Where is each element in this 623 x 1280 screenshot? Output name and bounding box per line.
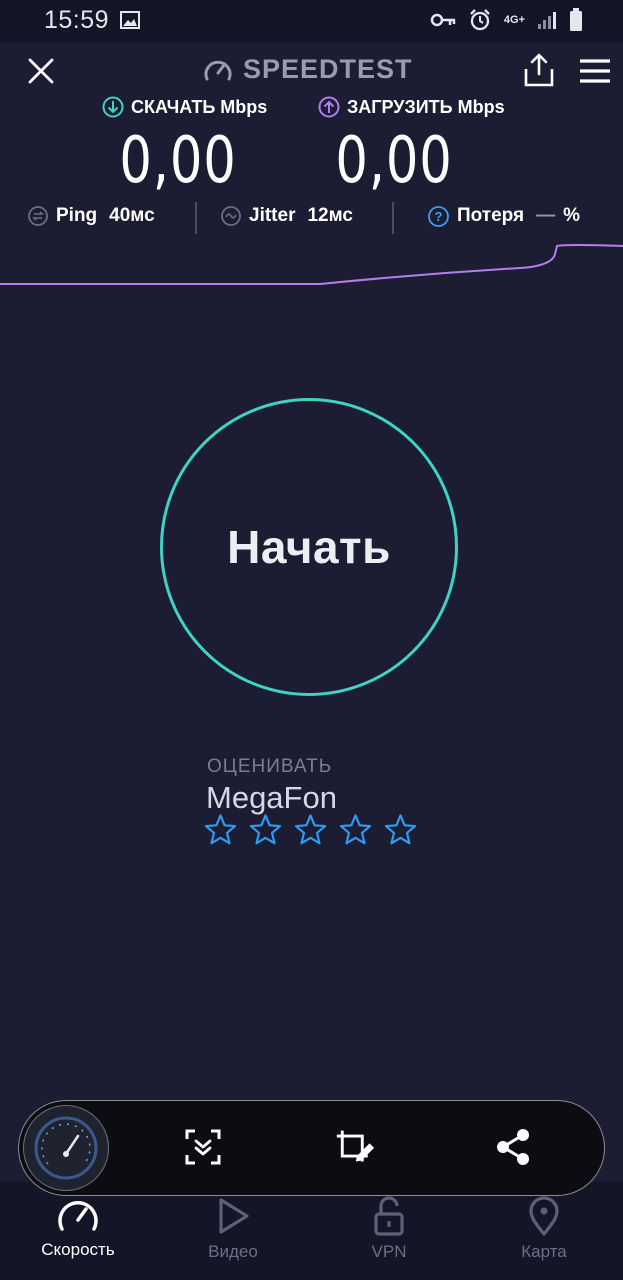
nav-speed-label: Скорость (41, 1240, 115, 1259)
star-icon[interactable] (338, 812, 373, 848)
nav-video[interactable]: Видео (173, 1196, 293, 1262)
rate-label: ОЦЕНИВАТЬ (207, 756, 333, 777)
ping-value: 40мс (109, 205, 155, 226)
share-icon[interactable] (522, 52, 556, 88)
play-icon (219, 1198, 249, 1234)
menu-icon[interactable] (578, 56, 612, 86)
speedometer-logo-icon (204, 60, 232, 80)
nav-vpn[interactable]: VPN (329, 1196, 449, 1262)
nav-map[interactable]: Карта (484, 1196, 604, 1262)
packet-loss-unit: % (563, 205, 581, 226)
ping-stat: Ping 40мс (28, 200, 155, 232)
upload-label: ЗАГРУЗИТЬ Mbps (347, 96, 505, 117)
nav-video-label: Видео (208, 1242, 258, 1261)
jitter-icon (221, 206, 241, 226)
alarm-icon (470, 9, 490, 31)
upload-header: ЗАГРУЗИТЬ Mbps (318, 96, 505, 118)
vpn-key-icon (430, 13, 456, 27)
status-bar: 15:59 4G+ (0, 0, 623, 42)
star-icon[interactable] (203, 812, 238, 848)
app-header: SPEEDTEST (0, 42, 623, 98)
star-icon[interactable] (293, 812, 328, 848)
close-icon[interactable] (26, 56, 56, 86)
download-label: СКАЧАТЬ Mbps (131, 96, 268, 117)
ping-icon (28, 206, 48, 226)
share-screenshot-icon[interactable] (493, 1127, 533, 1167)
status-time: 15:59 (44, 6, 110, 34)
bottom-navigation: Скорость Видео VPN Карта (0, 1182, 623, 1280)
star-icon[interactable] (248, 812, 283, 848)
upload-value: 0,00 (335, 124, 453, 198)
brand: SPEEDTEST (203, 54, 413, 85)
nav-vpn-label: VPN (371, 1242, 407, 1261)
packet-loss-label: Потеря (457, 205, 525, 226)
speedometer-icon (58, 1201, 98, 1231)
packet-loss-value: — (536, 205, 556, 226)
rating-stars (203, 812, 418, 848)
isp-name: MegaFon (206, 780, 337, 815)
map-pin-icon (529, 1196, 559, 1236)
start-button-label: Начать (227, 521, 391, 573)
scroll-capture-icon[interactable] (183, 1127, 223, 1167)
latency-stats: Ping 40мс Jitter 12мс ? Потеря — % (0, 200, 623, 234)
app-title: SPEEDTEST (243, 54, 413, 84)
help-icon[interactable]: ? (428, 205, 449, 227)
gallery-notification-icon (120, 11, 140, 29)
ping-label: Ping (56, 205, 98, 226)
screenshot-thumbnail[interactable] (23, 1105, 109, 1191)
gauge-thumbnail-icon (34, 1116, 98, 1180)
stats-divider (195, 202, 197, 234)
nav-speed[interactable]: Скорость (18, 1196, 138, 1260)
download-header: СКАЧАТЬ Mbps (102, 96, 267, 118)
jitter-value: 12мс (307, 205, 353, 226)
upload-arrow-icon (318, 96, 340, 118)
packet-loss-stat[interactable]: ? Потеря — % (428, 200, 580, 232)
crop-edit-icon[interactable] (335, 1127, 375, 1167)
battery-icon (570, 8, 582, 31)
jitter-stat: Jitter 12мс (221, 200, 353, 232)
star-icon[interactable] (383, 812, 418, 848)
signal-icon (538, 12, 556, 29)
svg-text:?: ? (435, 209, 443, 224)
jitter-label: Jitter (249, 205, 296, 226)
download-arrow-icon (102, 96, 124, 118)
network-type: 4G+ (503, 13, 525, 26)
screenshot-toolbar (18, 1100, 605, 1196)
nav-map-label: Карта (521, 1242, 567, 1261)
lock-icon (374, 1196, 404, 1236)
download-value: 0,00 (119, 124, 237, 198)
stats-divider (392, 202, 394, 234)
start-button[interactable]: Начать (160, 398, 458, 696)
speed-graph (0, 244, 623, 285)
